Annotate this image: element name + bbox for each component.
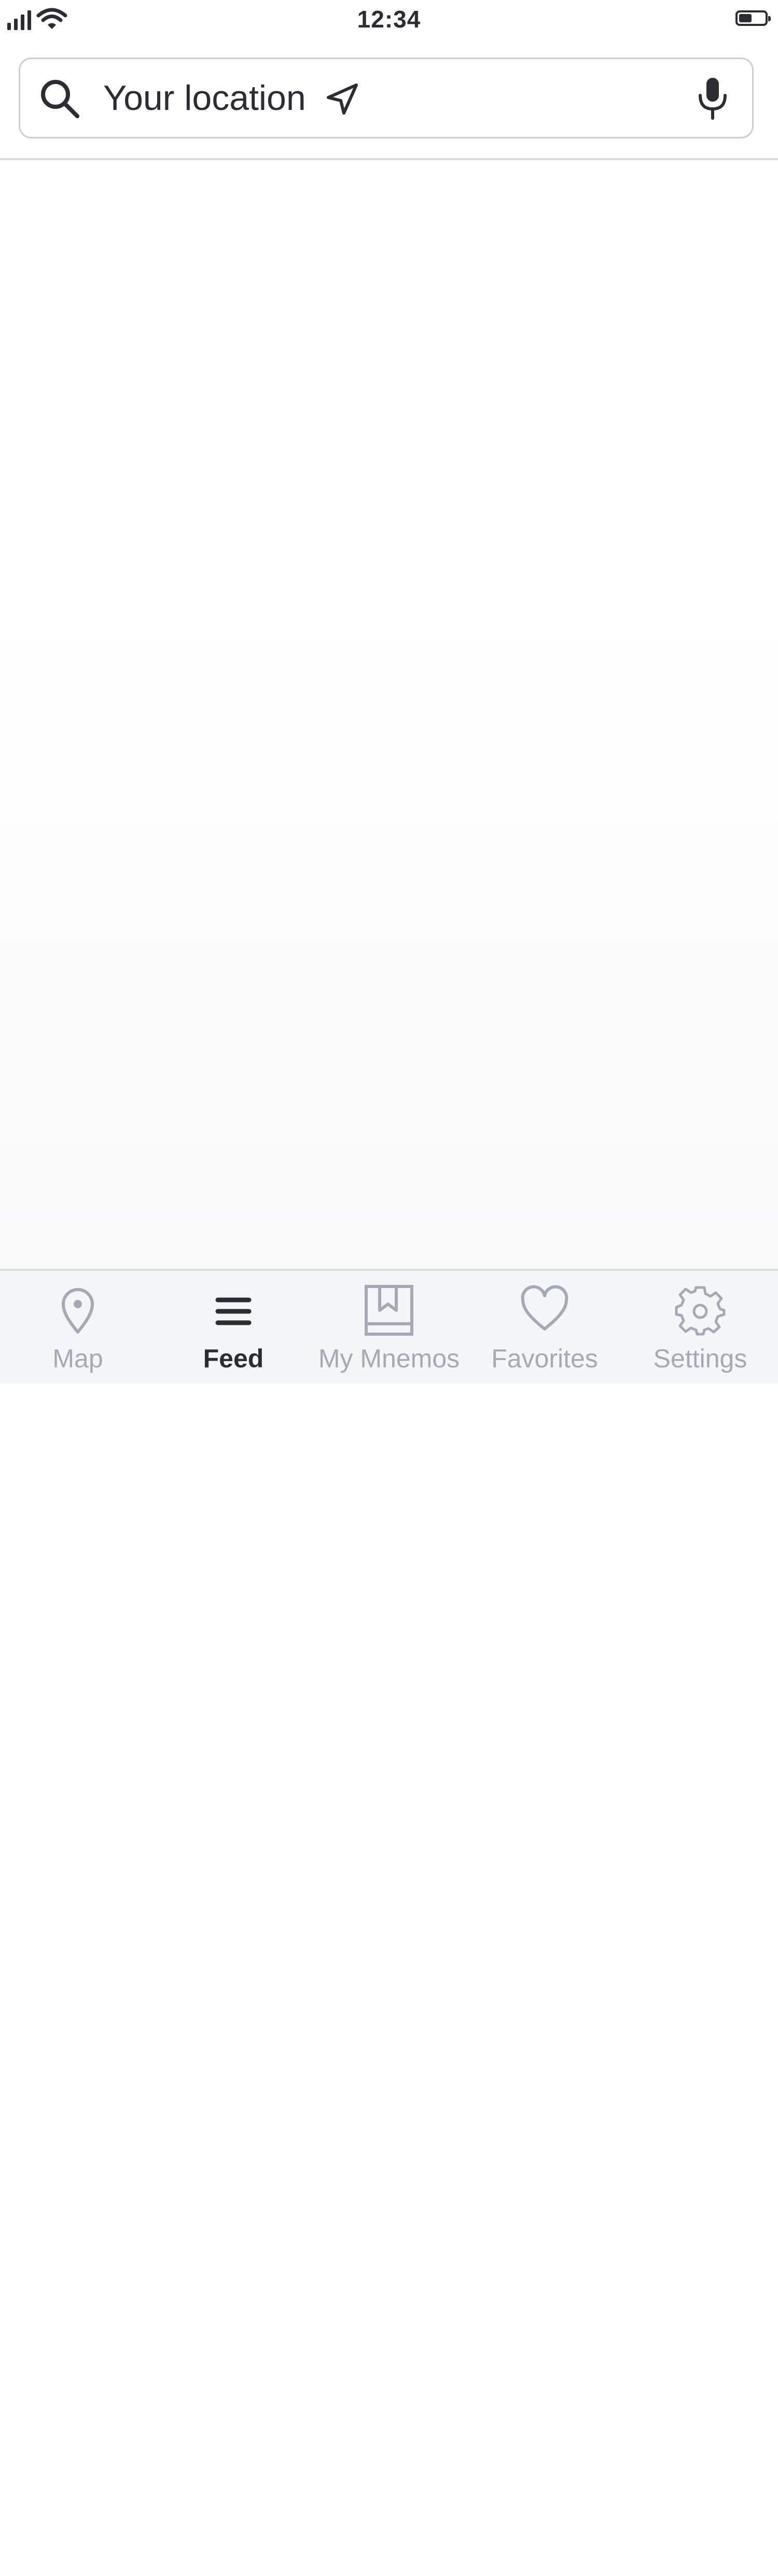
app-screen: 12:34 Your location Map Feed My Mnemos F… bbox=[0, 0, 778, 1383]
location-arrow-icon[interactable] bbox=[325, 82, 359, 116]
tab-label: Map bbox=[52, 1344, 103, 1373]
tab-settings[interactable]: Settings bbox=[622, 1271, 778, 1383]
status-time: 12:34 bbox=[357, 6, 421, 33]
feed-content[interactable] bbox=[0, 160, 778, 1269]
search-bar[interactable]: Your location bbox=[19, 58, 754, 138]
bookmark-book-icon bbox=[365, 1285, 413, 1336]
status-bar: 12:34 bbox=[0, 0, 778, 47]
tab-map[interactable]: Map bbox=[0, 1271, 156, 1383]
tab-label: Feed bbox=[203, 1344, 264, 1373]
search-icon bbox=[41, 80, 79, 118]
gear-icon bbox=[675, 1286, 726, 1336]
search-input[interactable]: Your location bbox=[103, 59, 306, 137]
microphone-icon[interactable] bbox=[692, 75, 733, 121]
map-pin-icon bbox=[62, 1288, 94, 1334]
tab-bar: Map Feed My Mnemos Favorites Settings bbox=[0, 1269, 778, 1383]
tab-label: My Mnemos bbox=[318, 1344, 460, 1373]
tab-feed[interactable]: Feed bbox=[156, 1271, 311, 1383]
battery-icon bbox=[735, 10, 771, 26]
tab-my-mnemos[interactable]: My Mnemos bbox=[311, 1271, 467, 1383]
heart-icon bbox=[521, 1285, 568, 1331]
tab-label: Settings bbox=[653, 1344, 747, 1373]
tab-label: Favorites bbox=[491, 1344, 598, 1373]
menu-lines-icon bbox=[215, 1297, 252, 1325]
tab-favorites[interactable]: Favorites bbox=[467, 1271, 622, 1383]
